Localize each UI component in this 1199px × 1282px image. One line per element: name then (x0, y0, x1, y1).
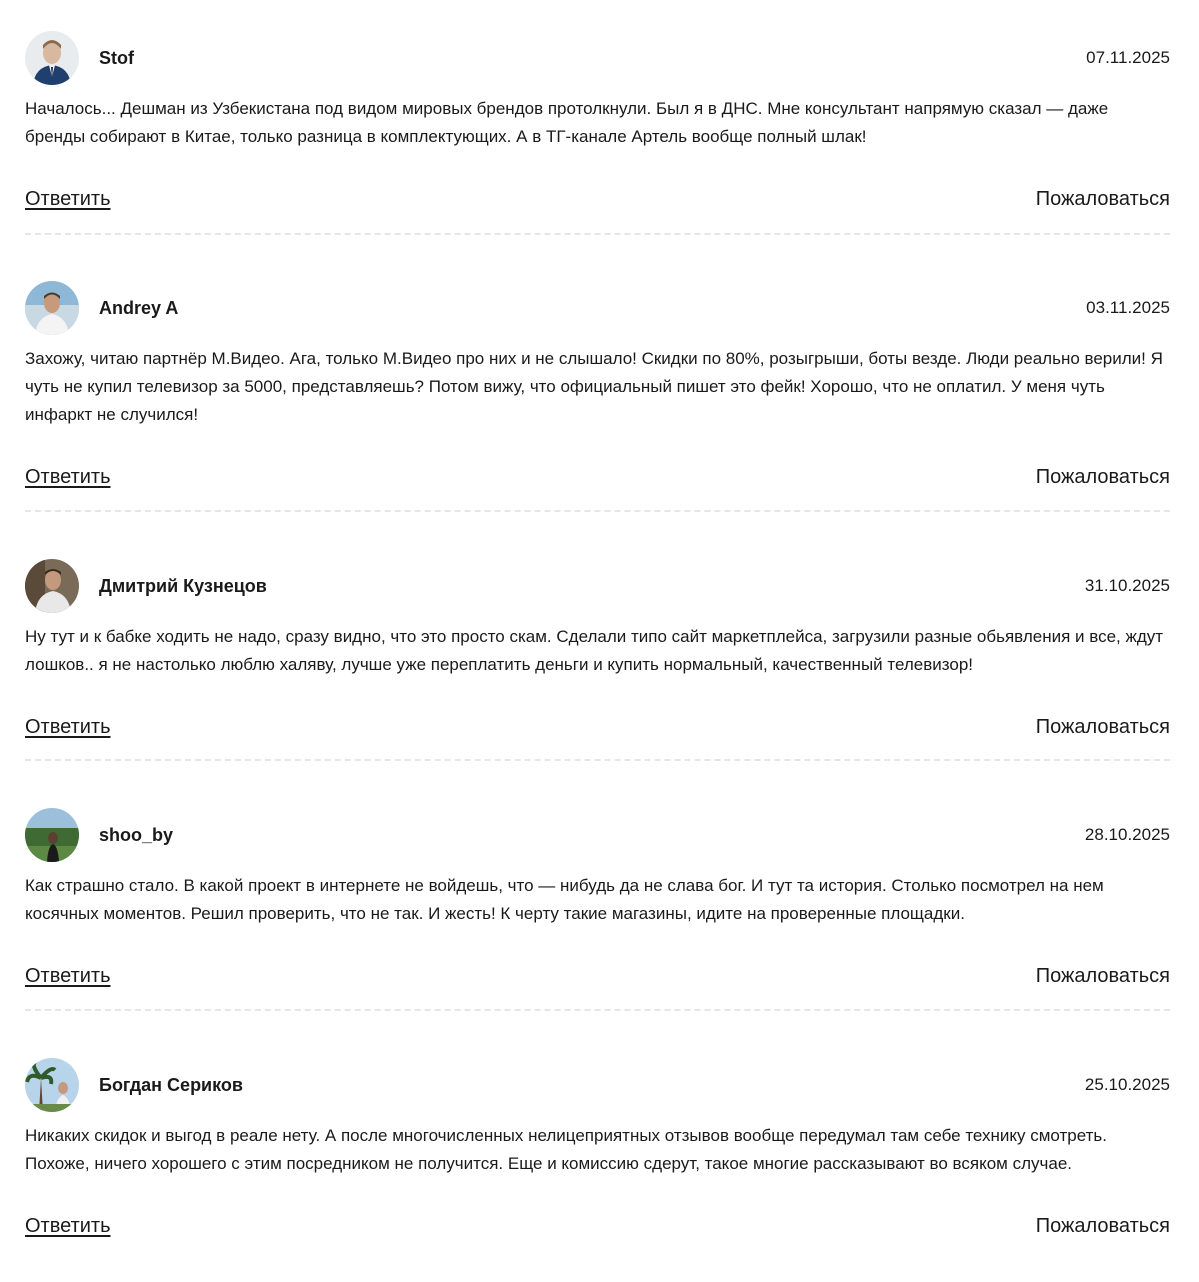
divider (25, 233, 1170, 235)
report-link[interactable]: Пожаловаться (1036, 1212, 1170, 1240)
comments-list: Stof 07.11.2025 Началось... Дешман из Уз… (0, 0, 1199, 1282)
comment-date: 31.10.2025 (1084, 576, 1170, 595)
comment-actions: Ответить Пожаловаться (25, 713, 1170, 743)
comment-date: 03.11.2025 (1086, 298, 1170, 317)
comment-actions: Ответить Пожаловаться (25, 962, 1170, 992)
comment-header: Богдан Сериков 25.10.2025 (25, 1058, 1170, 1112)
report-link[interactable]: Пожаловаться (1036, 962, 1170, 990)
reply-link[interactable]: Ответить (25, 185, 111, 213)
avatar[interactable] (25, 31, 79, 85)
comment-date: 25.10.2025 (1084, 1075, 1170, 1094)
comment-text: Захожу, читаю партнёр М.Видео. Ага, толь… (25, 349, 1163, 424)
author-name: Богдан Сериков (99, 1075, 243, 1095)
comment-actions: Ответить Пожаловаться (25, 463, 1170, 493)
comment-date: 07.11.2025 (1086, 48, 1170, 67)
comment-item: Богдан Сериков 25.10.2025 Никаких скидок… (25, 1058, 1170, 1242)
divider (25, 1009, 1170, 1011)
author-name: Дмитрий Кузнецов (99, 576, 267, 596)
comment-date: 28.10.2025 (1084, 825, 1170, 844)
report-link[interactable]: Пожаловаться (1036, 463, 1170, 491)
comment-header: Дмитрий Кузнецов 31.10.2025 (25, 559, 1170, 613)
reply-link[interactable]: Ответить (25, 1212, 111, 1240)
report-link[interactable]: Пожаловаться (1036, 185, 1170, 213)
comment-item: Andrey A 03.11.2025 Захожу, читаю партнё… (25, 281, 1170, 493)
comment-actions: Ответить Пожаловаться (25, 185, 1170, 215)
report-link[interactable]: Пожаловаться (1036, 713, 1170, 741)
author-name: Andrey A (99, 298, 179, 318)
comment-text: Началось... Дешман из Узбекистана под ви… (25, 99, 1109, 146)
avatar[interactable] (25, 559, 79, 613)
comment-text: Никаких скидок и выгод в реале нету. А п… (25, 1126, 1107, 1173)
avatar[interactable] (25, 808, 79, 862)
comment-header: Andrey A 03.11.2025 (25, 281, 1170, 335)
reply-link[interactable]: Ответить (25, 463, 111, 491)
avatar[interactable] (25, 1058, 79, 1112)
comment-item: Stof 07.11.2025 Началось... Дешман из Уз… (25, 31, 1170, 215)
author-name: shoo_by (99, 825, 174, 845)
comment-text: Ну тут и к бабке ходить не надо, сразу в… (25, 627, 1164, 674)
author-name: Stof (99, 48, 134, 68)
comment-item: shoo_by 28.10.2025 Как страшно стало. В … (25, 808, 1170, 992)
comment-item: Дмитрий Кузнецов 31.10.2025 Ну тут и к б… (25, 559, 1170, 743)
avatar[interactable] (25, 281, 79, 335)
comment-header: shoo_by 28.10.2025 (25, 808, 1170, 862)
divider (25, 759, 1170, 761)
comment-actions: Ответить Пожаловаться (25, 1212, 1170, 1242)
divider (25, 510, 1170, 512)
reply-link[interactable]: Ответить (25, 962, 111, 990)
comment-text: Как страшно стало. В какой проект в инте… (25, 876, 1104, 923)
reply-link[interactable]: Ответить (25, 713, 111, 741)
comment-header: Stof 07.11.2025 (25, 31, 1170, 85)
